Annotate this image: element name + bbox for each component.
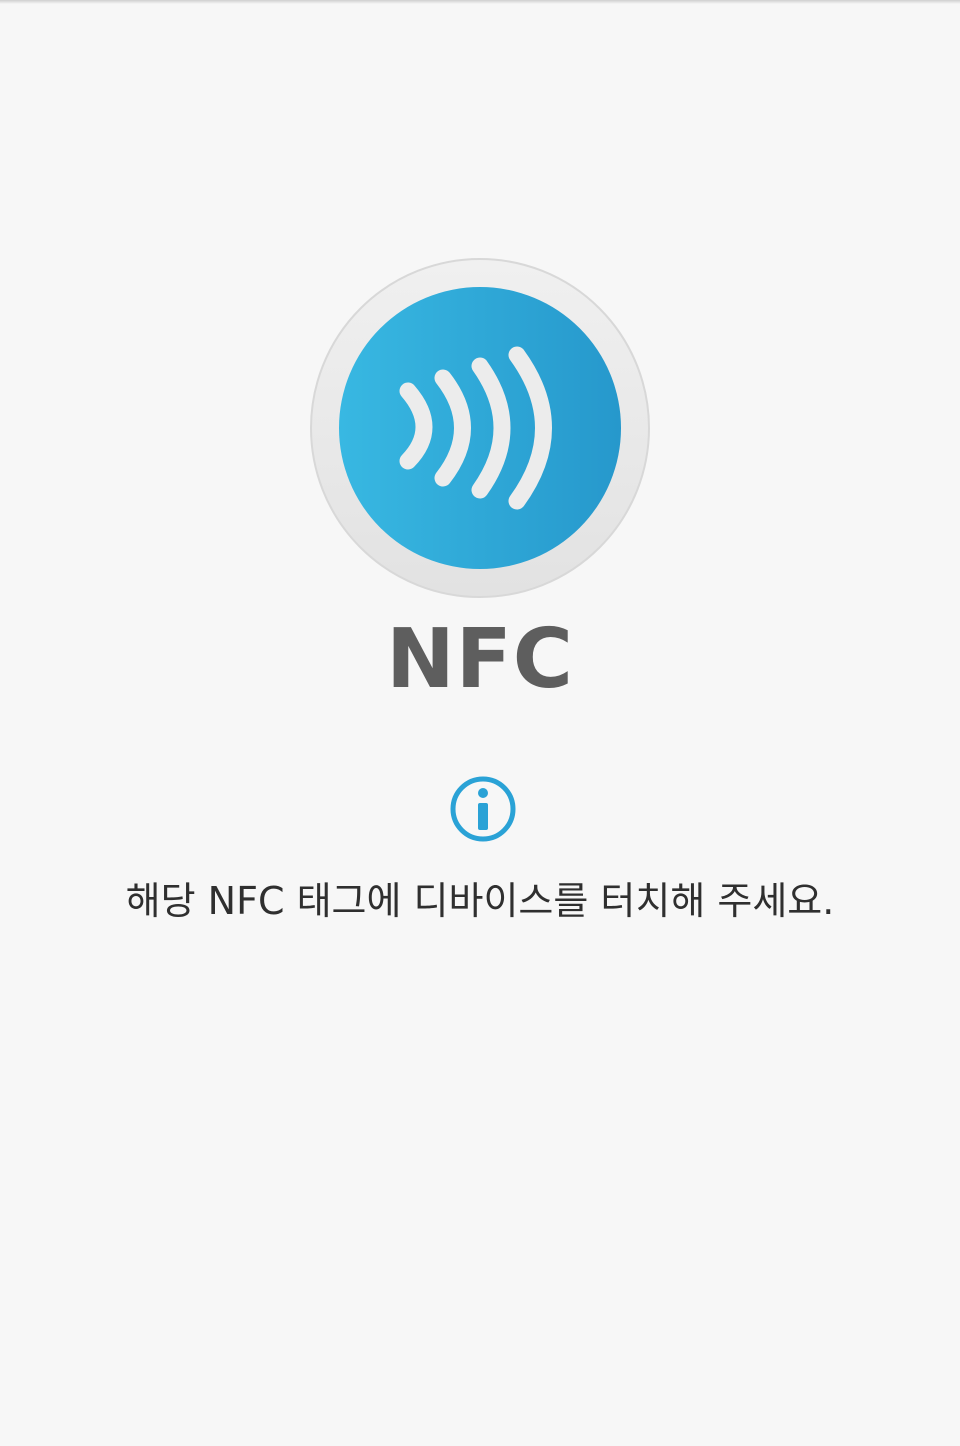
page-title: NFC — [386, 612, 574, 707]
instruction-text: 해당 NFC 태그에 디바이스를 터치해 주세요. — [125, 879, 835, 923]
nfc-contactless-icon — [310, 258, 650, 598]
status-bar-shadow — [0, 0, 960, 4]
info-icon — [448, 774, 518, 844]
